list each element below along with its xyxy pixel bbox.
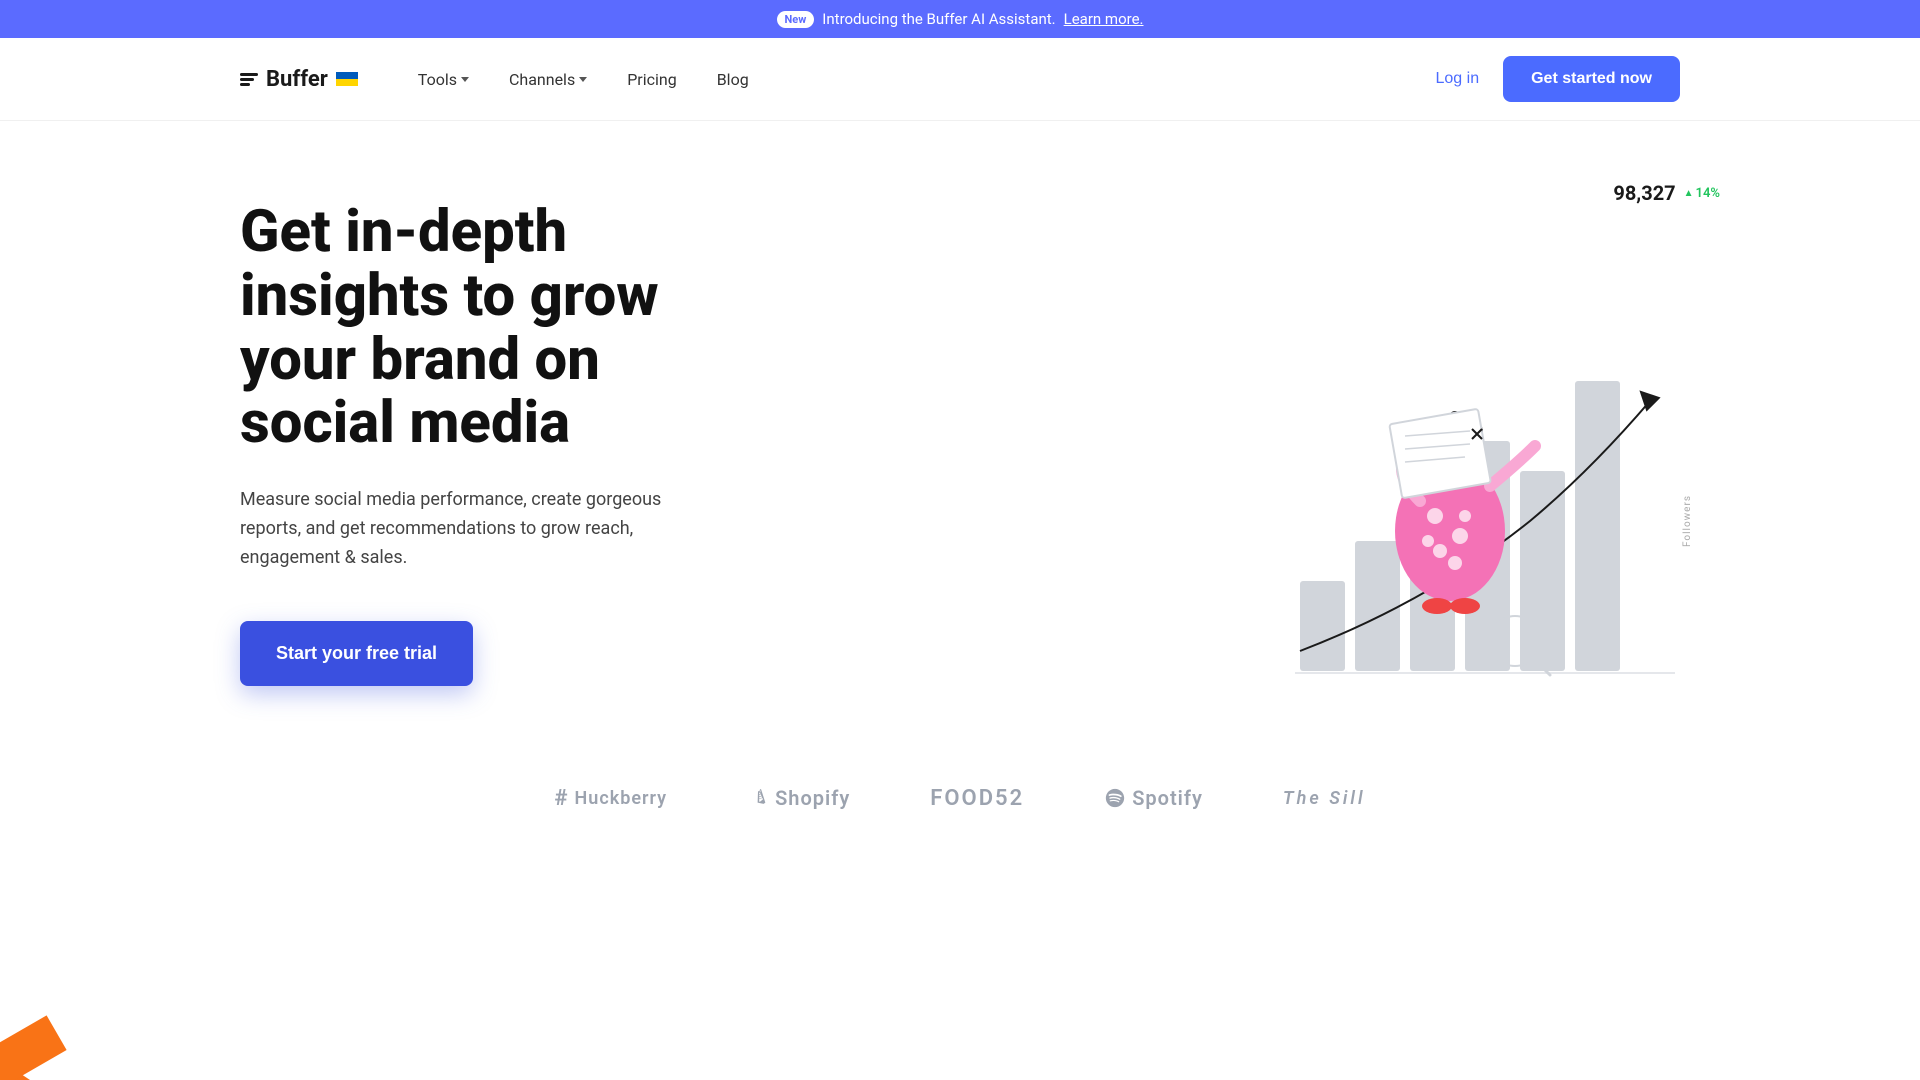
shopify-icon [747,787,769,809]
get-started-button[interactable]: Get started now [1503,56,1680,102]
stat-growth: 14% [1684,186,1720,201]
chevron-down-icon [461,77,469,82]
hero-content: Get in-depth insights to grow your brand… [240,201,760,686]
login-button[interactable]: Log in [1436,70,1480,88]
corner-decoration [0,1000,80,1080]
hero-section: Get in-depth insights to grow your brand… [0,121,1920,746]
logo-link[interactable]: Buffer [240,67,358,92]
nav-actions: Log in Get started now [1436,56,1681,102]
logo-text: Buffer [266,67,328,92]
logo-spotify: Spotify [1104,786,1203,810]
ukraine-flag [336,72,358,86]
chevron-down-icon [579,77,587,82]
stat-number: 98,327 [1613,181,1675,205]
hero-illustration: 98,327 14% Followers [1280,161,1760,721]
nav-item-blog[interactable]: Blog [717,70,749,89]
logo-icon [240,73,258,86]
free-trial-button[interactable]: Start your free trial [240,621,473,686]
nav-item-tools[interactable]: Tools [418,70,469,89]
hero-title: Get in-depth insights to grow your brand… [240,201,760,456]
logo-huckberry: # Huckberry [555,786,668,811]
announcement-link[interactable]: Learn more. [1064,10,1144,28]
nav-links: Tools Channels Pricing Blog [418,70,1436,89]
stat-badge: 98,327 14% [1613,181,1720,205]
hero-subtitle: Measure social media performance, create… [240,486,680,572]
nav-item-pricing[interactable]: Pricing [627,70,677,89]
logo-food52: FOOD52 [930,786,1024,811]
main-nav: Buffer Tools Channels Pricing Blog Log i… [0,38,1920,121]
logo-shopify: Shopify [747,786,850,810]
logo-thesill: The Sill [1283,788,1366,809]
announcement-text: Introducing the Buffer AI Assistant. [822,10,1055,28]
logos-section: # Huckberry Shopify FOOD52 Spotify The S… [0,746,1920,871]
nav-item-channels[interactable]: Channels [509,70,587,89]
announcement-badge: New [777,11,815,28]
chart-illustration: Followers [1280,221,1700,721]
spotify-icon [1104,787,1126,809]
svg-text:Followers: Followers [1682,495,1693,547]
announcement-bar: New Introducing the Buffer AI Assistant.… [0,0,1920,38]
